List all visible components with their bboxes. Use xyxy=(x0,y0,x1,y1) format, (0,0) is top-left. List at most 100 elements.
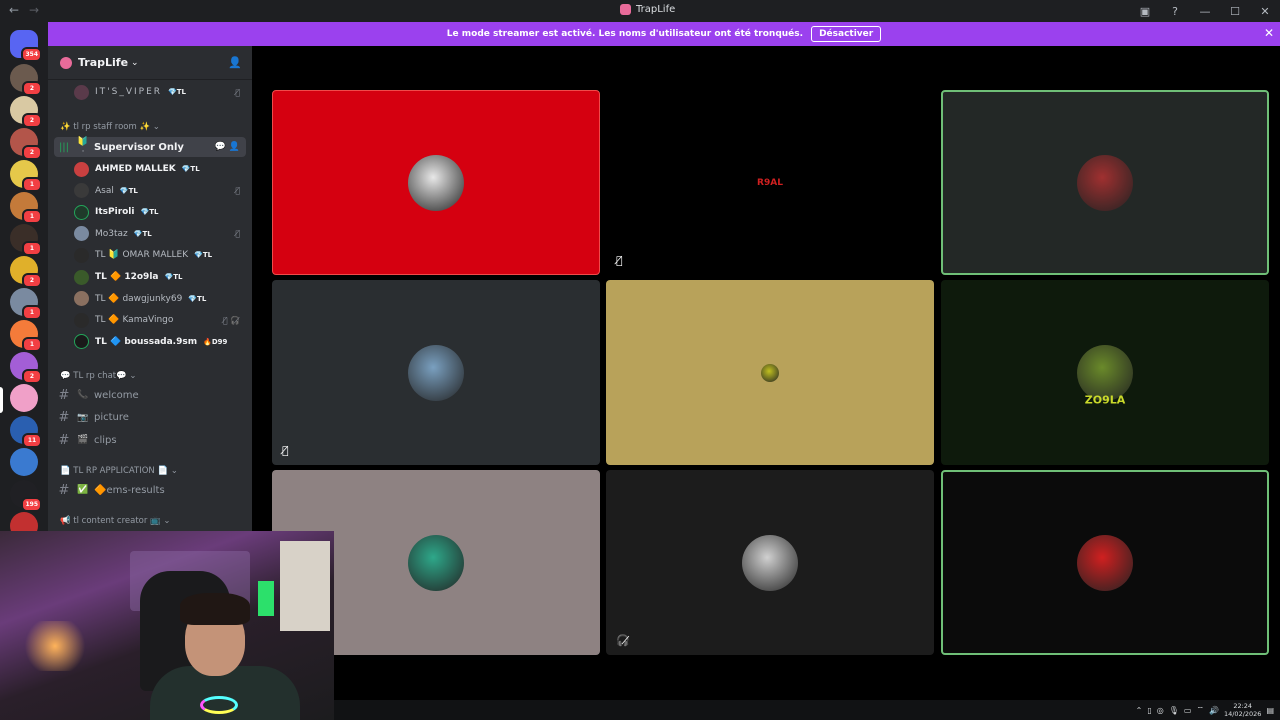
participant-avatar xyxy=(761,363,779,382)
invite-people-icon[interactable]: 👤 xyxy=(228,56,242,69)
voice-user[interactable]: TL 🔷 boussada.9sm 🔥D99 xyxy=(74,332,246,352)
usb-icon[interactable]: ▯ xyxy=(1147,706,1151,715)
avatar-logo-text: ZO9LA xyxy=(1084,393,1126,407)
participant-tile[interactable] xyxy=(941,470,1269,655)
server-icon[interactable]: 1 xyxy=(10,224,42,256)
voice-user[interactable]: IT'S_VIPER 💎TL 🎙̸ xyxy=(74,82,246,102)
server-icon[interactable]: 1 xyxy=(10,320,42,352)
chat-and-invite-icon[interactable]: 💬 👤 xyxy=(215,142,240,152)
disable-streamer-mode-button[interactable]: Désactiver xyxy=(811,26,882,42)
window-title-text: TrapLife xyxy=(636,4,676,15)
voice-user[interactable]: Mo3taz 💎TL 🎙̸ xyxy=(74,224,246,244)
unread-badge: 195 xyxy=(21,497,42,512)
battery-icon[interactable]: ▭ xyxy=(1184,706,1192,715)
participant-tile[interactable]: R9AL 🎙̸ xyxy=(606,90,934,275)
chevron-down-icon: ⌄ xyxy=(131,57,139,68)
unread-badge: 1 xyxy=(22,241,42,256)
voice-user[interactable]: ItsPiroli 💎TL xyxy=(74,202,246,222)
voice-user[interactable]: Asal 💎TL 🎙̸ xyxy=(74,181,246,201)
server-icon[interactable]: 2 xyxy=(10,128,42,160)
channel-category[interactable]: 💬 TL rp chat💬 ⌄ xyxy=(60,371,137,381)
server-icon[interactable]: 2 xyxy=(10,96,42,128)
text-channel[interactable]: # ✅ 🔶ems-results xyxy=(54,480,246,500)
participant-avatar xyxy=(408,344,464,401)
muted-icon: 🎙̸ xyxy=(235,87,240,97)
voice-user-name: TL 🔰 OMAR MALLEK xyxy=(95,250,189,261)
unread-badge: 1 xyxy=(22,177,42,192)
maximize-button[interactable]: ☐ xyxy=(1220,5,1250,18)
wifi-icon[interactable]: ⌔ xyxy=(1196,705,1204,715)
lamp-glow xyxy=(20,621,90,671)
direct-messages-button[interactable]: 354 xyxy=(10,30,42,62)
chevron-down-icon: ⌄ xyxy=(160,516,171,526)
server-icon[interactable]: 195 xyxy=(10,480,42,512)
inbox-icon[interactable]: ▣ xyxy=(1130,5,1160,18)
voice-user-name: TL 🔶 12o9la xyxy=(95,272,159,282)
voice-channel-supervisor-only[interactable]: ||| 🔰 · Supervisor Only 💬 👤 xyxy=(54,137,246,157)
participant-tile[interactable]: ZO9LA xyxy=(941,280,1269,465)
server-icon[interactable] xyxy=(10,384,38,412)
participant-avatar xyxy=(1077,154,1133,211)
voice-user[interactable]: TL 🔶 12o9la 💎TL xyxy=(74,267,246,287)
voice-active-icon: ||| xyxy=(58,141,70,153)
system-tray: ⌃ ▯ ◎ 🎙 ▭ ⌔ 🔊 22:24 14/02/2026 ▤ xyxy=(1136,700,1280,720)
participant-tile[interactable]: 🎙̸ xyxy=(272,280,600,465)
text-channel[interactable]: # 🎬 clips xyxy=(54,430,246,450)
close-banner-icon[interactable]: ✕ xyxy=(1264,26,1274,40)
voice-user[interactable]: TL 🔶 dawgjunky69 💎TL xyxy=(74,289,246,309)
avatar xyxy=(74,204,89,220)
channel-emoji-icon: 🎬 xyxy=(77,435,89,445)
microphone-icon[interactable]: 🎙 xyxy=(1169,706,1179,715)
voice-user-name: IT'S_VIPER xyxy=(95,87,163,97)
hash-icon: # xyxy=(58,482,70,498)
voice-user[interactable]: TL 🔰 OMAR MALLEK 💎TL xyxy=(74,245,246,265)
participant-avatar xyxy=(1077,344,1133,401)
muted-icon: 🎙̸ xyxy=(616,254,623,267)
unread-badge: 2 xyxy=(22,369,42,384)
category-staff-room[interactable]: ✨ tl rp staff room ✨ ⌄ xyxy=(60,122,160,132)
channel-category[interactable]: 📢 tl content creator 📺 ⌄ xyxy=(60,516,171,526)
close-window-button[interactable]: ✕ xyxy=(1250,5,1280,18)
participant-tile[interactable]: 🎧̸ xyxy=(606,470,934,655)
voice-user-name: TL 🔶 KamaVingo xyxy=(95,315,174,326)
participant-tile[interactable] xyxy=(941,90,1269,275)
server-icon[interactable] xyxy=(10,448,38,476)
participant-avatar xyxy=(742,534,798,591)
server-icon[interactable]: 1 xyxy=(10,160,42,192)
text-channel[interactable]: # 📞 welcome xyxy=(54,385,246,405)
text-channel[interactable]: # 📷 picture xyxy=(54,408,246,428)
channel-name: clips xyxy=(94,434,117,446)
voice-user[interactable]: AHMED MALLEK 💎TL xyxy=(74,159,246,179)
chevron-up-icon[interactable]: ⌃ xyxy=(1136,706,1143,715)
guild-header[interactable]: TrapLife ⌄ 👤 xyxy=(48,46,252,80)
avatar xyxy=(74,183,89,199)
unread-badge: 1 xyxy=(22,305,42,320)
user-tag: 🔥D99 xyxy=(203,337,228,346)
back-arrow-icon[interactable]: ← xyxy=(9,3,19,17)
clock[interactable]: 22:24 14/02/2026 xyxy=(1224,702,1261,718)
server-icon[interactable]: 2 xyxy=(10,256,42,288)
server-icon[interactable]: 2 xyxy=(10,64,42,96)
participant-tile[interactable] xyxy=(606,280,934,465)
avatar xyxy=(74,291,89,307)
user-tag: 💎TL xyxy=(194,251,213,260)
notifications-icon[interactable]: ▤ xyxy=(1266,706,1274,715)
server-icon[interactable]: 2 xyxy=(10,352,42,384)
voice-user[interactable]: TL 🔶 KamaVingo 🎙̸ 🎧̸ xyxy=(74,310,246,330)
volume-icon[interactable]: 🔊 xyxy=(1209,706,1219,715)
minimize-button[interactable]: — xyxy=(1190,5,1220,18)
participant-tile[interactable] xyxy=(272,90,600,275)
muted-icon: 🎙̸ xyxy=(235,186,240,196)
unread-badge: 1 xyxy=(22,209,42,224)
server-icon[interactable]: 1 xyxy=(10,288,42,320)
channel-emoji-icon: 📞 xyxy=(77,390,89,400)
server-icon[interactable]: 11 xyxy=(10,416,42,448)
forward-arrow-icon[interactable]: → xyxy=(29,3,39,17)
network-icon[interactable]: ◎ xyxy=(1157,706,1164,715)
avatar xyxy=(74,334,89,350)
category-label: 📢 tl content creator 📺 xyxy=(60,516,161,526)
server-icon[interactable]: 1 xyxy=(10,192,42,224)
help-icon[interactable]: ? xyxy=(1160,5,1190,18)
user-tag: 💎TL xyxy=(119,186,138,195)
channel-category[interactable]: 📄 TL RP APPLICATION 📄 ⌄ xyxy=(60,466,178,476)
